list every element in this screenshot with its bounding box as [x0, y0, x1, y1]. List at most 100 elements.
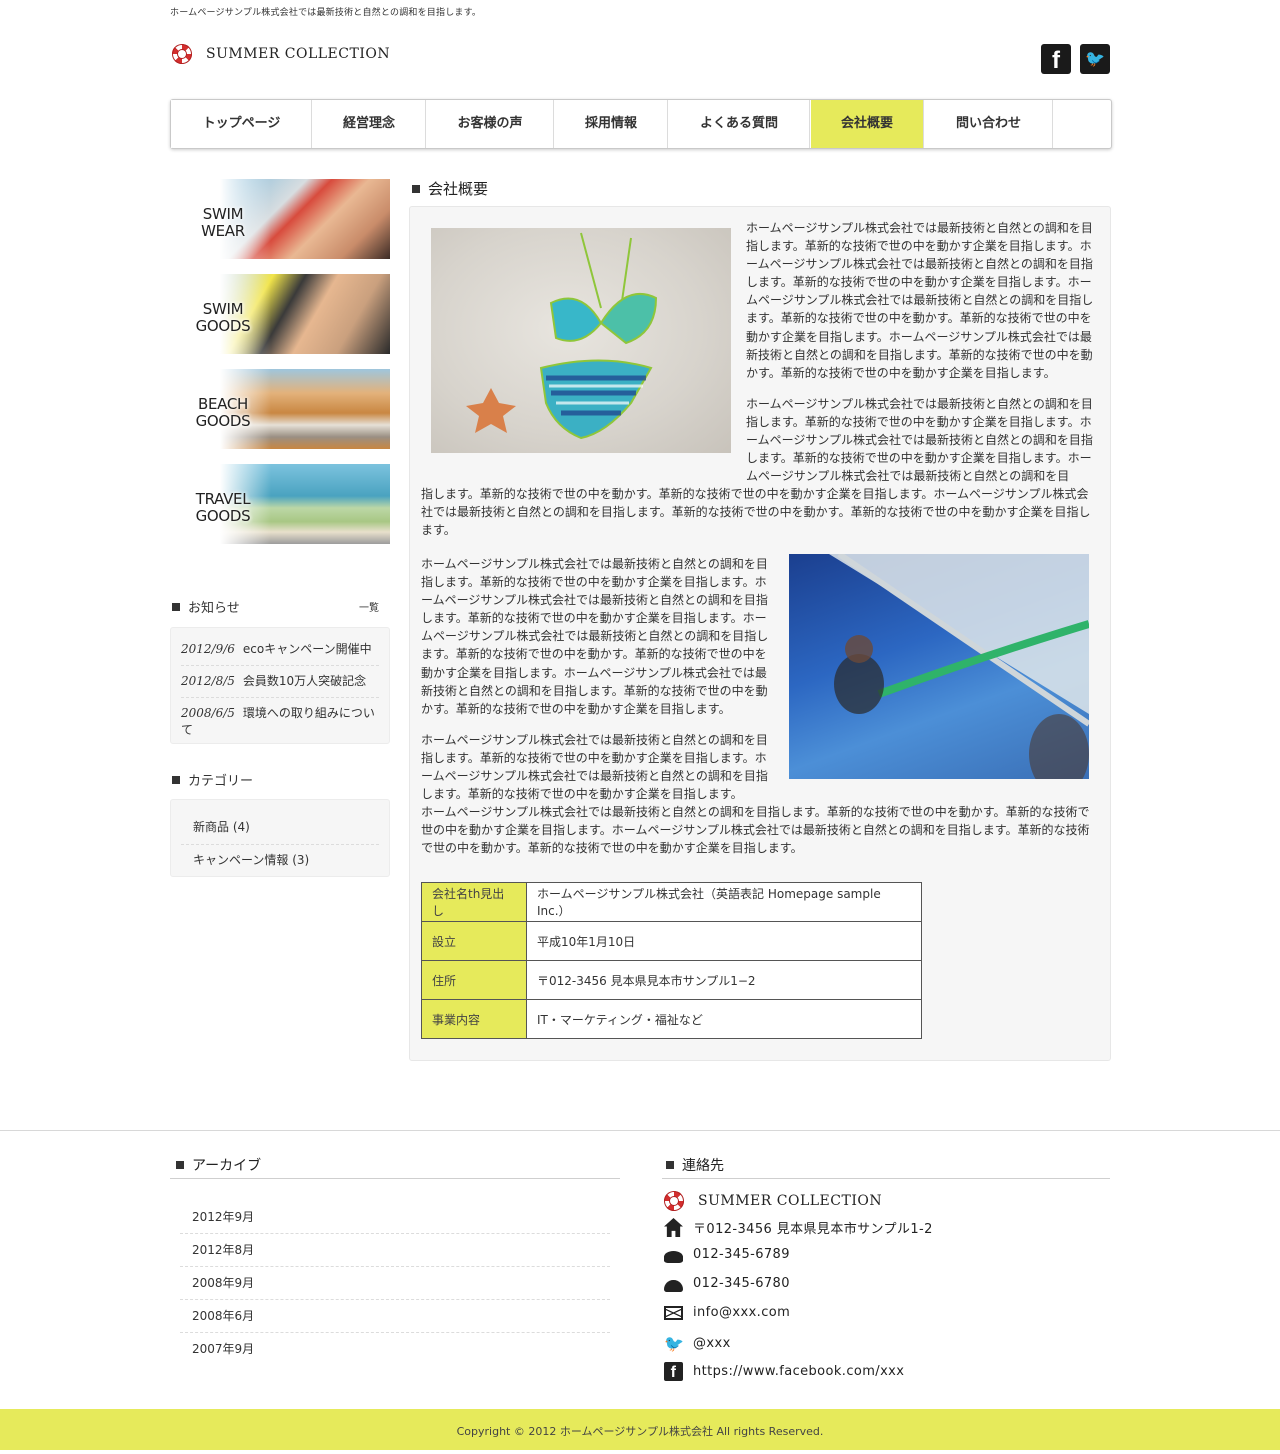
nav-item-contact[interactable]: 問い合わせ [924, 100, 1053, 148]
table-cell: 〒012-3456 見本県見本市サンプル1−2 [526, 960, 922, 1000]
lifebuoy-icon [664, 1191, 684, 1211]
home-icon [664, 1218, 683, 1237]
bikini-illustration [466, 232, 658, 440]
paragraph-2a: ホームページサンプル株式会社では最新技術と自然との調和を目指します。革新的な技術… [746, 397, 1093, 484]
paragraph-4a: ホームページサンプル株式会社では最新技術と自然との調和を目指します。革新的な技術… [421, 733, 768, 802]
global-nav: トップページ 経営理念 お客様の声 採用情報 よくある質問 会社概要 問い合わせ [170, 99, 1112, 149]
table-header-cell: 住所 [421, 960, 527, 1000]
paragraph-3: ホームページサンプル株式会社では最新技術と自然との調和を目指します。革新的な技術… [421, 557, 769, 716]
news-title: ecoキャンペーン開催中 [242, 642, 372, 656]
company-info-table: 会社名th見出し ホームページサンプル株式会社（英語表記 Homepage sa… [421, 882, 922, 1039]
nav-item-voice[interactable]: お客様の声 [426, 100, 554, 148]
lifebuoy-icon [172, 44, 192, 64]
table-header-cell: 会社名th見出し [421, 882, 527, 922]
archive-item[interactable]: 2012年8月 [180, 1234, 610, 1267]
heading-square-icon [172, 603, 180, 611]
news-heading: お知らせ [172, 597, 240, 616]
contact-twitter[interactable]: 🐦 @xxx [664, 1334, 731, 1353]
banner-label: BEACH GOODS [195, 395, 251, 430]
nav-item-philosophy[interactable]: 経営理念 [312, 100, 426, 148]
news-list: 2012/9/6 ecoキャンペーン開催中 2012/8/5 会員数10万人突破記念… [170, 627, 390, 744]
contact-tel[interactable]: 012-345-6789 [664, 1247, 790, 1263]
table-cell: ホームページサンプル株式会社（英語表記 Homepage sample Inc.… [526, 882, 922, 922]
sailing-illustration [829, 554, 1089, 779]
page-title-text: 会社概要 [428, 180, 489, 198]
banner-label: SWIM WEAR [201, 205, 245, 240]
category-heading: カテゴリー [172, 770, 253, 789]
mail-icon [664, 1305, 683, 1320]
heading-square-icon [666, 1161, 674, 1169]
news-item[interactable]: 2012/8/5 会員数10万人突破記念 [181, 666, 379, 698]
table-header-cell: 事業内容 [421, 999, 527, 1039]
twitter-icon[interactable]: 🐦 [1080, 44, 1110, 74]
banner-travel-goods[interactable]: TRAVEL GOODS [170, 464, 390, 544]
table-row: 住所 〒012-3456 見本県見本市サンプル1−2 [421, 960, 922, 1000]
news-item[interactable]: 2012/9/6 ecoキャンペーン開催中 [181, 634, 379, 666]
heading-square-icon [176, 1161, 184, 1169]
contact-heading: 連絡先 [666, 1155, 724, 1175]
news-more-link[interactable]: 一覧 [359, 599, 379, 614]
category-heading-text: カテゴリー [188, 774, 254, 789]
table-cell: 平成10年1月10日 [526, 921, 922, 961]
heading-square-icon [412, 185, 420, 193]
footer-divider [0, 1130, 1280, 1131]
contact-company[interactable]: SUMMER COLLECTION [664, 1191, 882, 1211]
archive-item[interactable]: 2012年9月 [180, 1201, 610, 1234]
news-item[interactable]: 2008/6/5 環境への取り組みについて [181, 698, 379, 746]
table-row: 設立 平成10年1月10日 [421, 921, 922, 961]
copyright-bar: Copyright © 2012 ホームページサンプル株式会社 All righ… [0, 1409, 1280, 1450]
contact-company-name: SUMMER COLLECTION [698, 1193, 883, 1209]
news-date: 2012/9/6 [181, 642, 235, 656]
banner-beach-goods[interactable]: BEACH GOODS [170, 369, 390, 449]
category-item[interactable]: 新商品 (4) [181, 812, 379, 845]
facebook-icon: f [664, 1362, 683, 1381]
contact-twitter-text: @xxx [693, 1336, 731, 1351]
news-title: 会員数10万人突破記念 [242, 674, 367, 688]
logo-text: SUMMER COLLECTION [206, 46, 391, 62]
category-item[interactable]: キャンペーン情報 (3) [181, 845, 379, 877]
site-logo[interactable]: SUMMER COLLECTION [172, 44, 390, 64]
archive-heading-rule [170, 1178, 620, 1179]
category-list: 新商品 (4) キャンペーン情報 (3) [170, 799, 390, 877]
telephone-icon [664, 1250, 683, 1263]
news-date: 2008/6/5 [181, 706, 235, 720]
paragraph-2b: 指します。革新的な技術で世の中を動かす。革新的な技術で世の中を動かす企業を目指し… [421, 487, 1091, 538]
contact-email[interactable]: info@xxx.com [664, 1305, 790, 1320]
site-tagline: ホームページサンプル株式会社では最新技術と自然との調和を目指します。 [170, 8, 482, 18]
contact-address: 〒012-3456 見本県見本市サンプル1-2 [664, 1218, 933, 1237]
nav-item-company[interactable]: 会社概要 [810, 100, 924, 148]
facebook-icon[interactable]: f [1041, 44, 1071, 74]
archive-heading-text: アーカイブ [192, 1158, 262, 1174]
heading-square-icon [172, 776, 180, 784]
bikini-photo [431, 228, 731, 453]
archive-item[interactable]: 2008年6月 [180, 1300, 610, 1333]
fax-icon [664, 1279, 683, 1292]
archive-heading: アーカイブ [176, 1155, 261, 1175]
page-title: 会社概要 [412, 178, 488, 199]
table-row: 事業内容 IT・マーケティング・福祉など [421, 999, 922, 1039]
banner-label: SWIM GOODS [195, 300, 251, 335]
banner-swim-goods[interactable]: SWIM GOODS [170, 274, 390, 354]
news-heading-text: お知らせ [188, 601, 240, 616]
paragraph-4b: ホームページサンプル株式会社では最新技術と自然との調和を目指します。革新的な技術… [421, 805, 1090, 856]
banner-label: TRAVEL GOODS [195, 490, 251, 525]
contact-tel-text: 012-345-6789 [693, 1247, 790, 1262]
nav-item-top[interactable]: トップページ [171, 100, 312, 148]
contact-address-text: 〒012-3456 見本県見本市サンプル1-2 [693, 1222, 933, 1237]
archive-item[interactable]: 2007年9月 [180, 1333, 610, 1366]
table-header-cell: 設立 [421, 921, 527, 961]
sailing-photo [789, 554, 1089, 779]
paragraph-1: ホームページサンプル株式会社では最新技術と自然との調和を目指します。革新的な技術… [746, 221, 1094, 380]
nav-item-recruit[interactable]: 採用情報 [554, 100, 668, 148]
contact-heading-rule [662, 1178, 1110, 1179]
contact-fax-text: 012-345-6780 [693, 1276, 790, 1291]
contact-heading-text: 連絡先 [682, 1158, 724, 1174]
nav-item-faq[interactable]: よくある質問 [668, 100, 810, 148]
contact-facebook[interactable]: f https://www.facebook.com/xxx [664, 1362, 904, 1381]
table-cell: IT・マーケティング・福祉など [526, 999, 922, 1039]
news-date: 2012/8/5 [181, 674, 235, 688]
nav-item-empty [1053, 100, 1111, 148]
archive-item[interactable]: 2008年9月 [180, 1267, 610, 1300]
contact-fax: 012-345-6780 [664, 1276, 790, 1292]
banner-swim-wear[interactable]: SWIM WEAR [170, 179, 390, 259]
